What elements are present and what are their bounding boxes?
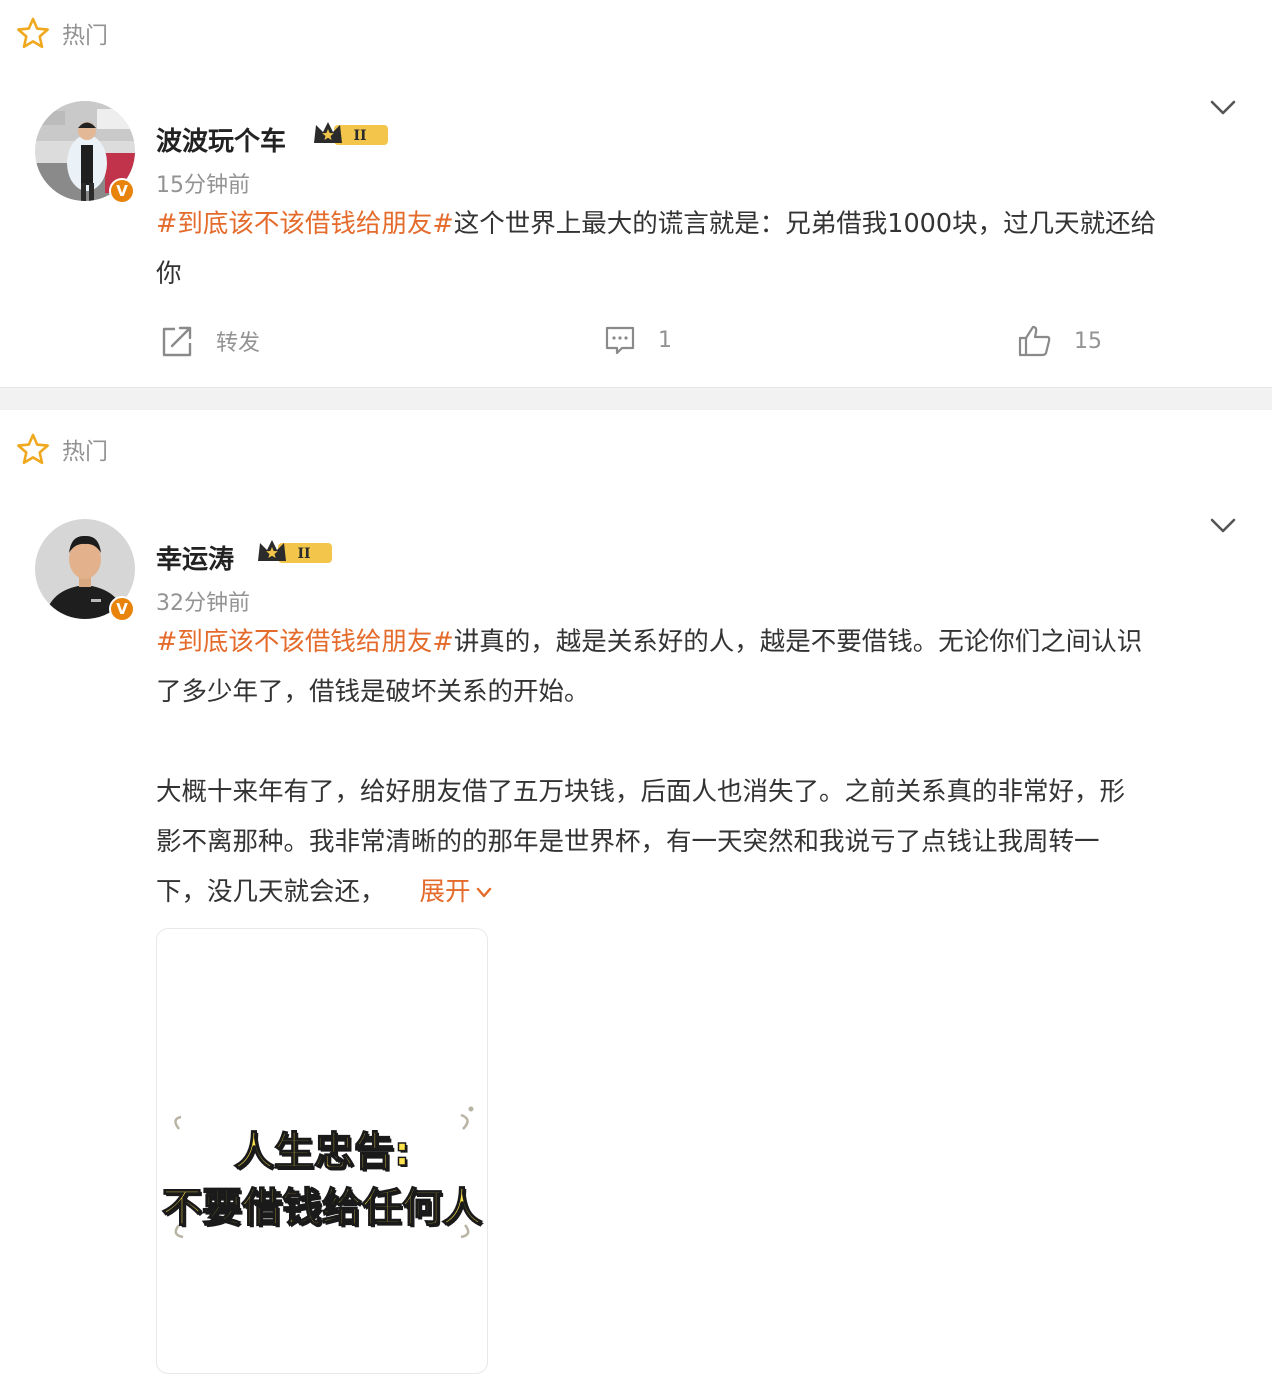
chevron-down-icon[interactable] (1208, 516, 1238, 536)
hot-label: 热门 (62, 23, 108, 49)
like-button[interactable]: 15 (1018, 324, 1102, 358)
post-content: #到底该不该借钱给朋友#讲真的，越是关系好的人，越是不要借钱。无论你们之间认识 … (156, 617, 1236, 917)
post-content: #到底该不该借钱给朋友#这个世界上最大的谎言就是：兄弟借我1000块，过几天就还… (156, 199, 1236, 299)
repost-label: 转发 (216, 331, 261, 356)
verified-badge-icon: V (109, 178, 135, 204)
hot-section-header: 热门 (16, 432, 108, 466)
post-image[interactable]: 人生忠告: 不要借钱给任何人 (156, 928, 488, 1374)
image-caption-line-2: 不要借钱给任何人 (161, 1184, 483, 1232)
post-time: 32分钟前 (156, 591, 250, 616)
hot-section-header: 热门 (16, 16, 108, 50)
post-text-line: 影不离那种。我非常清晰的的那年是世界杯，有一天突然和我说亏了点钱让我周转一 (156, 827, 1100, 857)
repost-icon (162, 326, 192, 357)
post-text-line: 下，没几天就会还， (156, 877, 386, 907)
post-text-line: 大概十来年有了，给好朋友借了五万块钱，后面人也消失了。之前关系真的非常好，形 (156, 777, 1126, 807)
crown-level-badge-icon: II (314, 122, 388, 145)
like-count: 15 (1074, 328, 1102, 354)
level-badge-text: II (353, 128, 366, 144)
post-divider (0, 387, 1272, 410)
post-text-line: 这个世界上最大的谎言就是：兄弟借我1000块，过几天就还给 (453, 209, 1157, 239)
chevron-down-icon (476, 887, 491, 898)
post-text-line: 讲真的，越是关系好的人，越是不要借钱。无论你们之间认识 (453, 627, 1143, 657)
comment-button[interactable]: 1 (604, 324, 672, 356)
repost-button[interactable]: 转发 (160, 324, 260, 358)
topic-link[interactable]: #到底该不该借钱给朋友# (156, 209, 454, 239)
author-name[interactable]: 幸运涛 (156, 539, 234, 576)
crown-level-badge-icon: II (258, 540, 332, 563)
hot-label: 热门 (62, 439, 108, 465)
thumbs-up-icon (1018, 325, 1051, 357)
action-bar: 转发 1 15 (0, 324, 1272, 374)
comment-count: 1 (658, 327, 672, 353)
image-caption-line-1: 人生忠告: (233, 1128, 411, 1176)
post-card-1: 热门 V 波波玩个车 II 15分钟前 #到底该不该借钱给朋友#这个世界上最大的… (0, 0, 1272, 388)
post-text-line: 了多少年了，借钱是破坏关系的开始。 (156, 677, 590, 707)
author-name[interactable]: 波波玩个车 (156, 121, 286, 158)
topic-link[interactable]: #到底该不该借钱给朋友# (156, 627, 454, 657)
star-icon (17, 17, 49, 49)
post-time: 15分钟前 (156, 173, 250, 198)
expand-link[interactable]: 展开 (420, 877, 493, 907)
chevron-down-icon[interactable] (1208, 98, 1238, 118)
level-badge-text: II (297, 546, 310, 562)
post-text-line: 你 (156, 259, 182, 289)
comment-icon (605, 326, 635, 355)
star-icon (17, 433, 49, 465)
verified-badge-icon: V (109, 596, 135, 622)
